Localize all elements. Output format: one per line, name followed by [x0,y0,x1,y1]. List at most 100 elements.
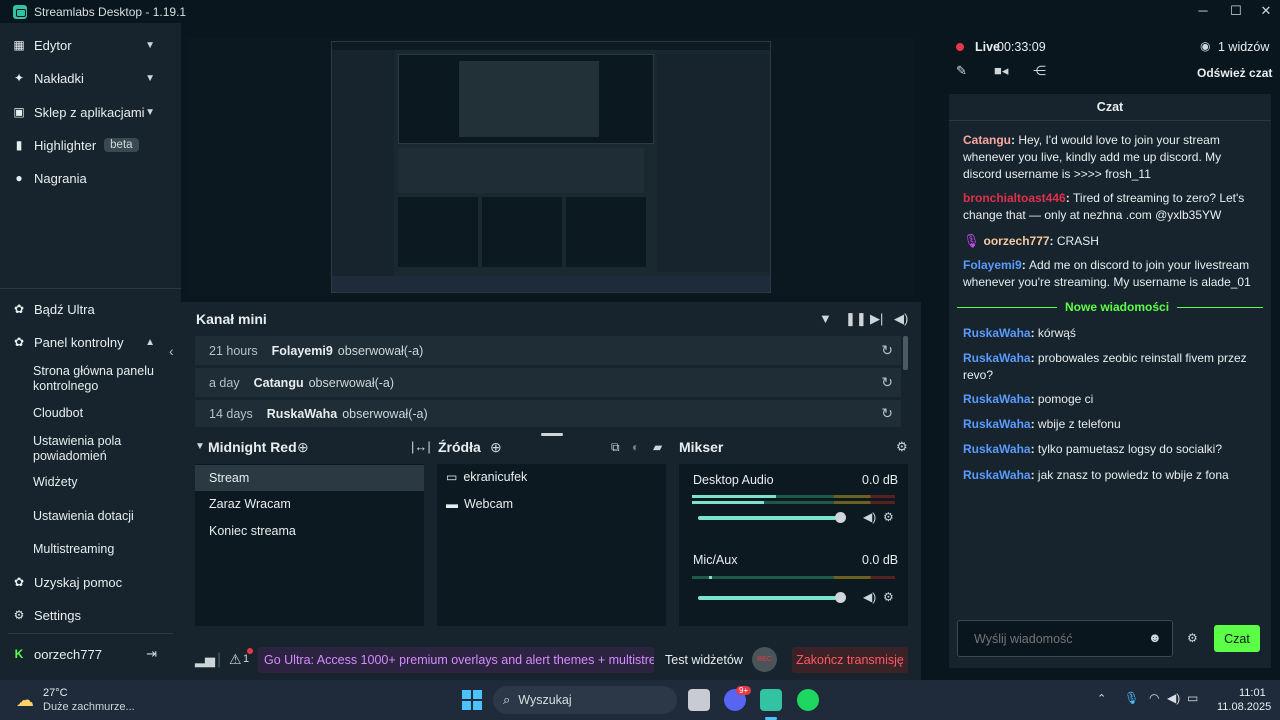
test-widgets-button[interactable]: Test widżetów [665,653,743,667]
nav-settings[interactable]: ⚙ Settings [0,601,181,629]
share-icon[interactable]: ⋲ [1033,63,1046,79]
performance-chart-icon[interactable]: ▂▅ [195,652,215,668]
tray-chevron-icon[interactable]: ⌃ [1097,692,1106,705]
add-folder-icon[interactable]: ▰ [653,440,662,454]
add-scene-icon[interactable]: ⊕ [297,439,309,456]
file-explorer-icon[interactable] [688,689,710,711]
edit-stream-icon[interactable]: ✎ [956,63,967,79]
clock-date[interactable]: 11.08.2025 [1217,701,1271,713]
replay-icon[interactable]: ↻ [881,374,893,391]
chat-user[interactable]: Folayemi9 [963,258,1022,272]
weather-temp[interactable]: 27°C [43,687,68,699]
skip-icon[interactable]: ▶| [870,311,883,327]
chat-user[interactable]: Catangu [963,133,1011,147]
minimize-icon[interactable]: ─ [1194,3,1212,19]
sub-cloudbot[interactable]: Cloudbot [33,406,163,421]
sub-widgets[interactable]: Widżety [33,475,163,490]
chat-settings-gear-icon[interactable]: ⚙ [1187,631,1198,645]
scene-transition-icon[interactable]: |↔| [411,439,431,454]
volume-tray-icon[interactable]: ◀) [1167,691,1180,705]
close-icon[interactable]: ✕ [1257,3,1275,19]
source-item[interactable]: ▬ Webcam [446,497,513,511]
volume-slider-track[interactable] [698,516,839,520]
ultra-promo-banner[interactable]: Go Ultra: Access 1000+ premium overlays … [258,647,654,673]
chat-user[interactable]: RuskaWaha [963,392,1031,406]
chat-user[interactable]: RuskaWaha [963,417,1031,431]
nav-help[interactable]: ✿ Uzyskaj pomoc [0,568,181,596]
source-item[interactable]: ▭ ekranicufek [446,470,527,484]
collapse-sidebar-icon[interactable]: ‹ [169,343,174,359]
channel-gear-icon[interactable]: ⚙ [883,590,894,604]
mixer-gear-icon[interactable]: ⚙ [896,439,908,455]
channel-gear-icon[interactable]: ⚙ [883,510,894,524]
source-group-icon[interactable]: ⧉ [611,440,620,455]
volume-slider-track[interactable] [698,596,839,600]
battery-icon[interactable]: ▭ [1187,691,1198,705]
clock-time[interactable]: 11:01 [1239,687,1266,699]
streamlabs-taskbar-icon[interactable] [760,689,782,711]
refresh-chat-button[interactable]: Odśwież czat [1197,66,1272,80]
windows-start-icon[interactable] [462,690,482,710]
nav-editor[interactable]: ▦ Edytor ▼ [0,31,181,59]
add-source-icon[interactable]: ⊕ [490,439,502,456]
mixer-channel-db: 0.0 dB [862,473,899,487]
nav-dashboard[interactable]: ✿ Panel kontrolny ▲ [0,328,181,356]
volume-icon[interactable]: ◀) [894,311,908,327]
nav-ultra[interactable]: ✿ Bądź Ultra [0,295,181,323]
nav-recordings[interactable]: ● Nagrania [0,164,181,192]
volume-slider-thumb[interactable] [835,592,846,603]
feed-scrollbar[interactable] [903,336,908,370]
sub-donation-settings[interactable]: Ustawienia dotacji [33,509,163,524]
user-account[interactable]: K oorzech777 ⇥ [0,640,181,668]
wifi-icon[interactable]: ◠ [1149,691,1159,705]
chat-user[interactable]: RuskaWaha [963,442,1031,456]
scene-item-brb[interactable]: Zaraz Wracam [195,491,424,517]
end-stream-button[interactable]: Zakończ transmisję [792,647,908,673]
viewer-count: 1 widzów [1218,40,1270,54]
emoji-icon[interactable]: ☻ [1148,630,1162,645]
nav-highlighter[interactable]: ▮ Highlighter beta [0,131,181,159]
scene-item-stream[interactable]: Stream [195,465,424,491]
chat-user[interactable]: RuskaWaha [963,326,1031,340]
speaker-icon[interactable]: ◀) [863,590,876,604]
mini-feed-title: Kanał mini [196,311,267,327]
sub-dashboard-home[interactable]: Strona główna panelu kontrolnego [33,364,163,394]
chat-message: RuskaWaha: wbije z telefonu [963,417,1121,431]
chat-user[interactable]: RuskaWaha [963,351,1031,365]
sub-multistreaming[interactable]: Multistreaming [33,542,163,557]
source-visibility-icon[interactable]: ◐ [632,440,639,454]
username: oorzech777 [34,646,102,662]
alert-icon[interactable]: ⚠ [229,651,242,668]
camera-icon[interactable]: ■◂ [994,63,1008,79]
editor-icon: ▦ [13,38,25,52]
taskbar-search[interactable]: ⌕ Wyszukaj [493,686,677,714]
dock-resize-handle[interactable] [541,433,563,436]
scene-collection-title[interactable]: Midnight Red [208,439,297,455]
speaker-icon[interactable]: ◀) [863,510,876,524]
scene-item-end[interactable]: Koniec streama [195,518,424,544]
record-button[interactable]: REC [752,647,777,672]
logout-icon[interactable]: ⇥ [146,646,157,662]
chat-message: RuskaWaha: probowales zeobic reinstall f… [963,351,1247,382]
sub-alert-box-settings[interactable]: Ustawienia pola powiadomień [33,434,163,464]
weather-cloud-icon[interactable]: ☁ [16,690,34,711]
pause-icon[interactable]: ❚❚ [845,311,867,327]
replay-icon[interactable]: ↻ [881,342,893,359]
event-time: a day [209,375,240,390]
nav-overlays[interactable]: ✦ Nakładki ▼ [0,64,181,92]
chat-user[interactable]: oorzech777 [984,234,1050,248]
spotify-icon[interactable] [797,689,819,711]
chat-input[interactable] [957,620,1173,657]
filter-icon[interactable]: ▼ [819,311,832,326]
volume-slider-thumb[interactable] [835,512,846,523]
chat-user[interactable]: RuskaWaha [963,468,1031,482]
chat-user[interactable]: bronchialtoast446 [963,191,1066,205]
nav-app-store[interactable]: ▣ Sklep z aplikacjami ▼ [0,98,181,126]
send-chat-button[interactable]: Czat [1214,625,1260,652]
weather-desc[interactable]: Duże zachmurze... [43,701,135,713]
chevron-down-icon[interactable]: ▼ [195,441,205,452]
microphone-icon[interactable]: 🎙 [1124,691,1139,705]
maximize-icon[interactable]: ☐ [1227,3,1245,19]
replay-icon[interactable]: ↻ [881,405,893,422]
windows-taskbar: ☁ 27°C Duże zachmurze... ⌕ Wyszukaj 9+ ⌃… [0,680,1280,720]
